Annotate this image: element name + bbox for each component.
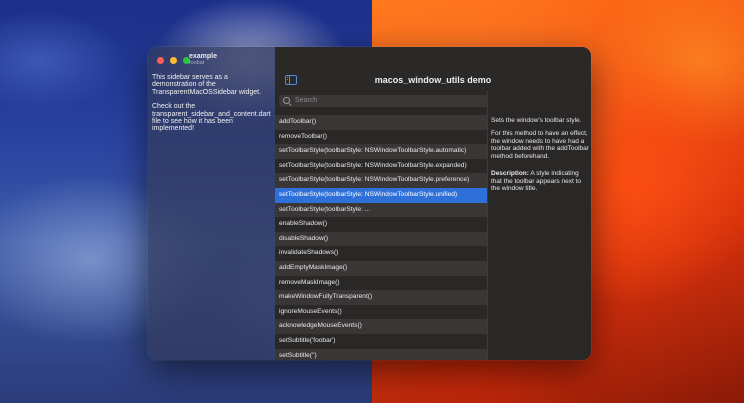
sidebar-text: This sidebar serves as a demonstration o… xyxy=(152,74,274,140)
method-list-item[interactable]: removeMaskImage() xyxy=(275,275,487,291)
search-placeholder: Search xyxy=(295,97,318,104)
detail-body: For this method to have an effect, the w… xyxy=(491,130,589,160)
method-list-item[interactable]: addToolbar() xyxy=(275,115,487,130)
method-list-item[interactable]: removeToolbar() xyxy=(275,129,487,145)
method-list-item[interactable]: setToolbarStyle(toolbarStyle: NSWindowTo… xyxy=(275,173,487,188)
method-list-item[interactable]: setToolbarStyle(toolbarStyle: ... xyxy=(275,202,487,218)
method-list-item[interactable]: setToolbarStyle(toolbarStyle: NSWindowTo… xyxy=(275,144,487,159)
app-subtitle: foobar xyxy=(189,60,205,66)
traffic-lights xyxy=(157,57,190,64)
search-icon xyxy=(283,97,290,104)
minimize-button[interactable] xyxy=(170,57,177,64)
sidebar-paragraph-2: Check out the transparent_sidebar_and_co… xyxy=(152,103,271,133)
method-list-item[interactable]: acknowledgeMouseEvents() xyxy=(275,319,487,334)
method-list-item[interactable]: invalidateShadows() xyxy=(275,246,487,261)
method-list: addToolbar() removeToolbar() setToolbarSty… xyxy=(275,115,487,360)
detail-description: Description: A style indicating that the… xyxy=(491,170,591,193)
method-list-item[interactable]: setToolbarStyle(toolbarStyle: NSWindowTo… xyxy=(275,158,487,174)
sidebar-paragraph-1: This sidebar serves as a demonstration o… xyxy=(152,74,262,96)
method-list-item[interactable]: ignoreMouseEvents() xyxy=(275,304,487,320)
app-title: example xyxy=(189,53,218,60)
method-list-item[interactable]: makeWindowFullyTransparent() xyxy=(275,290,487,305)
detail-panel: Sets the window's toolbar style. For thi… xyxy=(487,91,591,360)
method-list-item[interactable]: disableShadow() xyxy=(275,231,487,247)
close-button[interactable] xyxy=(157,57,164,64)
method-list-item[interactable]: setSubtitle('foobar') xyxy=(275,333,487,349)
sidebar: example foobar This sidebar serves as a … xyxy=(148,47,275,360)
toolbar: macos_window_utils demo xyxy=(275,47,591,91)
method-list-item[interactable]: setSubtitle('') xyxy=(275,348,487,360)
app-window: example foobar This sidebar serves as a … xyxy=(148,47,591,360)
window-title: macos_window_utils demo xyxy=(374,75,492,85)
detail-summary: Sets the window's toolbar style. xyxy=(491,117,582,124)
method-list-item[interactable]: addEmptyMaskImage() xyxy=(275,260,487,276)
detail-description-label: Description: xyxy=(491,170,529,177)
main-content: macos_window_utils demo Search addToolba… xyxy=(275,47,591,360)
method-list-item[interactable]: setToolbarStyle(toolbarStyle: NSWindowTo… xyxy=(275,187,487,203)
method-list-item[interactable]: enableShadow() xyxy=(275,217,487,232)
